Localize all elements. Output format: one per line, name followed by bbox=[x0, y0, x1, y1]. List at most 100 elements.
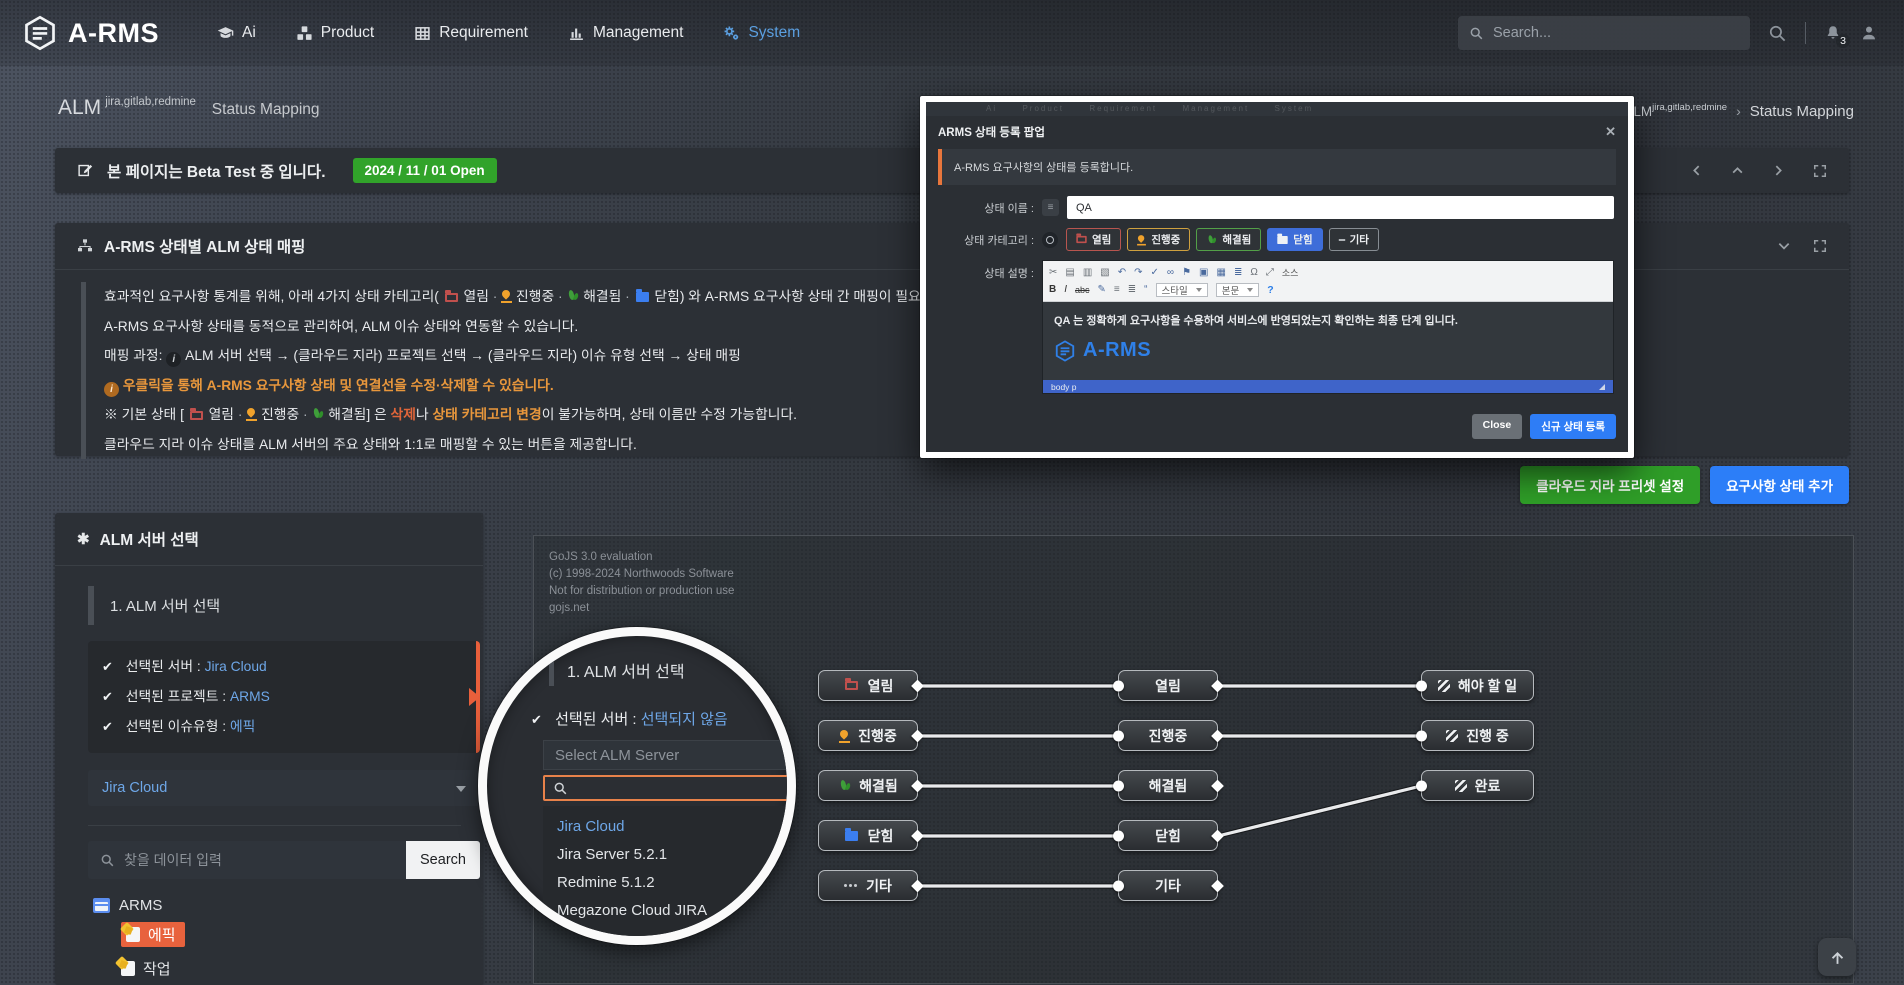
server-option[interactable]: Redmine 5.1.2 bbox=[557, 874, 796, 891]
alm-status-node[interactable]: 기타 bbox=[818, 870, 918, 901]
menu-item[interactable]: Ai bbox=[217, 24, 256, 42]
expand-icon[interactable] bbox=[1813, 164, 1827, 178]
jira-preset-button[interactable]: 클라우드 지라 프리셋 설정 bbox=[1520, 466, 1700, 504]
help-icon[interactable]: ? bbox=[1267, 284, 1273, 296]
jira-status-node[interactable]: 완료 bbox=[1421, 770, 1534, 801]
magnifier-step-label: 1. ALM 서버 선택 bbox=[549, 660, 685, 686]
expand-icon[interactable] bbox=[1813, 239, 1827, 253]
close-icon[interactable]: ✕ bbox=[1605, 127, 1616, 137]
circle-port[interactable] bbox=[1113, 880, 1124, 891]
menu-item[interactable]: Product bbox=[296, 24, 374, 42]
menu-item[interactable]: Requirement bbox=[414, 24, 528, 42]
menu-item[interactable]: System bbox=[723, 24, 800, 42]
arms-status-node[interactable]: 열림 bbox=[1118, 670, 1218, 701]
status-name-input[interactable]: QA bbox=[1067, 196, 1614, 219]
modal-title-bar: ARMS 상태 등록 팝업 ✕ bbox=[926, 116, 1628, 146]
user-menu-button[interactable] bbox=[1860, 24, 1878, 42]
toolbar-icon[interactable]: ▦ bbox=[1216, 267, 1225, 278]
toolbar-icon[interactable]: Ω bbox=[1250, 267, 1257, 278]
alm-server-select[interactable]: Select ALM Server bbox=[543, 740, 793, 770]
category-chip[interactable]: 닫힘 bbox=[1267, 228, 1322, 251]
toolbar-icon[interactable]: ✓ bbox=[1151, 267, 1159, 278]
category-circle-icon bbox=[1042, 232, 1058, 248]
brand-logo[interactable]: A-RMS bbox=[22, 15, 159, 51]
arms-status-node[interactable]: 해결됨 bbox=[1118, 770, 1218, 801]
circle-port[interactable] bbox=[1113, 680, 1124, 691]
arms-status-node[interactable]: 진행중 bbox=[1118, 720, 1218, 751]
toolbar-icon[interactable]: abc bbox=[1075, 285, 1090, 295]
toolbar-icon[interactable]: ✂ bbox=[1049, 267, 1057, 278]
tree-search-button[interactable]: Search bbox=[406, 841, 480, 879]
alm-status-node[interactable]: 해결됨 bbox=[818, 770, 918, 801]
circle-port[interactable] bbox=[1416, 680, 1427, 691]
format-dropdown[interactable]: 본문 bbox=[1216, 283, 1259, 297]
search-button-icon[interactable] bbox=[1768, 24, 1787, 43]
toolbar-icon[interactable]: B bbox=[1049, 284, 1056, 295]
circle-port[interactable] bbox=[1416, 780, 1427, 791]
category-chip[interactable]: 해결됨 bbox=[1196, 228, 1261, 251]
tree-item[interactable]: 에픽 bbox=[121, 922, 185, 947]
arms-hexagon-icon bbox=[22, 15, 58, 51]
jira-status-node[interactable]: 해야 할 일 bbox=[1421, 670, 1534, 701]
search-input[interactable]: Search... bbox=[1458, 16, 1750, 50]
toolbar-icon[interactable]: ∞ bbox=[1167, 267, 1174, 278]
bar-chart-icon bbox=[568, 25, 585, 42]
toolbar-icon[interactable]: “ bbox=[1144, 284, 1147, 295]
modal-submit-button[interactable]: 신규 상태 등록 bbox=[1530, 414, 1616, 439]
modal-close-button[interactable]: Close bbox=[1472, 414, 1523, 439]
status-desc-label: 상태 설명 : bbox=[938, 260, 1034, 281]
tree-root-arms[interactable]: ARMS bbox=[93, 897, 483, 914]
tree-item[interactable]: 작업 bbox=[121, 958, 171, 979]
category-chip[interactable]: 열림 bbox=[1066, 228, 1121, 251]
menu-item[interactable]: Management bbox=[568, 24, 683, 42]
toolbar-icon[interactable]: ⤢ bbox=[1266, 267, 1274, 278]
server-option[interactable]: Megazone Cloud JIRA bbox=[557, 902, 796, 919]
editor-resize-handle[interactable] bbox=[1599, 384, 1605, 390]
chevron-left-icon[interactable] bbox=[1690, 164, 1703, 177]
circle-port[interactable] bbox=[1113, 830, 1124, 841]
server-option[interactable]: Jira Server 5.2.1 bbox=[557, 846, 796, 863]
toolbar-icon[interactable]: I bbox=[1064, 284, 1067, 295]
alm-status-node[interactable]: 진행중 bbox=[818, 720, 918, 751]
toolbar-icon[interactable]: ≡ bbox=[1114, 284, 1120, 295]
toolbar-icon[interactable]: ⚑ bbox=[1182, 267, 1191, 278]
toolbar-icon[interactable]: ≣ bbox=[1128, 284, 1136, 295]
toolbar-icon[interactable]: 소스 bbox=[1282, 266, 1299, 279]
toolbar-icon[interactable]: ▣ bbox=[1199, 267, 1208, 278]
toolbar-icon[interactable]: ▤ bbox=[1065, 267, 1074, 278]
toolbar-icon[interactable]: ✎ bbox=[1098, 284, 1106, 295]
selection-line: ✔ 선택된 프로젝트 : ARMS bbox=[102, 682, 462, 712]
circle-port[interactable] bbox=[1113, 730, 1124, 741]
toolbar-icon[interactable]: ≣ bbox=[1234, 267, 1242, 278]
breadcrumb-root[interactable]: ALMjira,gitlab,redmine bbox=[1624, 102, 1727, 119]
add-status-button[interactable]: 요구사항 상태 추가 bbox=[1710, 466, 1849, 504]
jira-status-node[interactable]: 진행 중 bbox=[1421, 720, 1534, 751]
alm-status-node[interactable]: 닫힘 bbox=[818, 820, 918, 851]
arms-status-node[interactable]: 기타 bbox=[1118, 870, 1218, 901]
alm-server-dropdown[interactable]: Jira Cloud bbox=[88, 770, 480, 806]
arms-status-node[interactable]: 닫힘 bbox=[1118, 820, 1218, 851]
status-name-label: 상태 이름 : bbox=[938, 200, 1034, 216]
modal-inner: Ai Product Requirement Management System… bbox=[926, 102, 1628, 452]
status-register-modal: Ai Product Requirement Management System… bbox=[920, 96, 1634, 458]
chevron-down-icon[interactable] bbox=[1777, 239, 1791, 253]
alm-status-node[interactable]: 열림 bbox=[818, 670, 918, 701]
toolbar-icon[interactable]: ▧ bbox=[1100, 267, 1109, 278]
magnifier-callout: 1. ALM 서버 선택 ✔ 선택된 서버 : 선택되지 않음 Select A… bbox=[478, 627, 796, 945]
chevron-up-icon[interactable] bbox=[1731, 164, 1744, 177]
tree-search-input[interactable]: 찾을 데이터 입력 bbox=[88, 841, 406, 879]
server-option[interactable]: Jira Cloud bbox=[557, 818, 796, 835]
circle-port[interactable] bbox=[1416, 730, 1427, 741]
category-chip[interactable]: 진행중 bbox=[1127, 228, 1190, 251]
chevron-right-icon[interactable] bbox=[1772, 164, 1785, 177]
circle-port[interactable] bbox=[1113, 780, 1124, 791]
toolbar-icon[interactable]: ↶ bbox=[1118, 267, 1126, 278]
toolbar-icon[interactable]: ▥ bbox=[1083, 267, 1092, 278]
server-filter-input[interactable] bbox=[543, 775, 795, 801]
style-dropdown[interactable]: 스타일 bbox=[1156, 283, 1208, 297]
category-chip[interactable]: 기타 bbox=[1329, 228, 1379, 251]
notifications-button[interactable]: 3 bbox=[1824, 24, 1842, 42]
scroll-to-top-button[interactable] bbox=[1818, 938, 1856, 976]
toolbar-icon[interactable]: ↷ bbox=[1134, 267, 1142, 278]
editor-content[interactable]: QA 는 정확하게 요구사항을 수용하여 서비스에 반영되었는지 확인하는 최종… bbox=[1043, 302, 1613, 380]
